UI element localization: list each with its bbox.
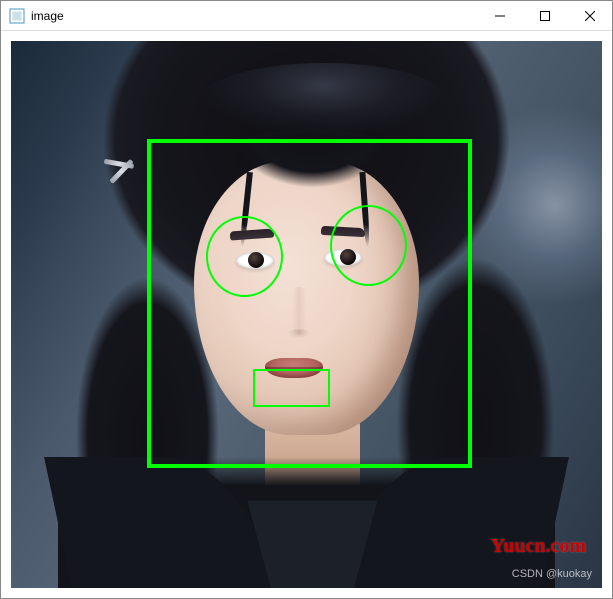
face-detection-box (147, 139, 472, 467)
title-left: image (1, 8, 477, 24)
app-icon (9, 8, 25, 24)
window-controls (477, 1, 612, 30)
watermark-author: CSDN @kuokay (512, 568, 592, 580)
client-area: Yuucn.com CSDN @kuokay (1, 31, 612, 598)
image-canvas: Yuucn.com CSDN @kuokay (11, 41, 602, 588)
window-title: image (31, 9, 64, 23)
titlebar[interactable]: image (1, 1, 612, 31)
app-window: image (0, 0, 613, 599)
watermark-site: Yuucn.com (491, 535, 586, 558)
eye-detection-circle-right (330, 205, 407, 286)
portrait-hair-shine (200, 63, 448, 140)
eye-detection-circle-left (206, 216, 283, 297)
minimize-button[interactable] (477, 1, 522, 30)
mouth-detection-box (253, 369, 330, 407)
maximize-button[interactable] (522, 1, 567, 30)
close-button[interactable] (567, 1, 612, 30)
